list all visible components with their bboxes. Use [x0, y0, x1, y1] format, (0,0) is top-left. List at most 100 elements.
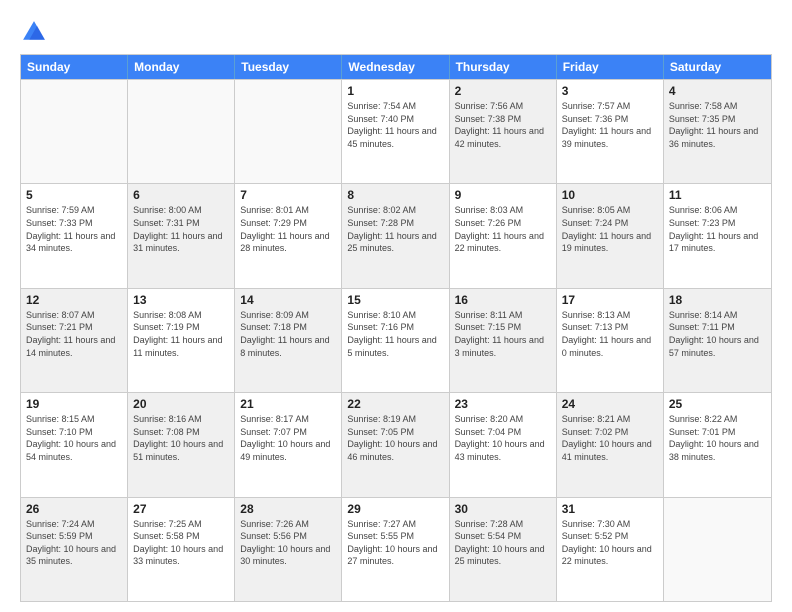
cell-info: Sunrise: 8:11 AM Sunset: 7:15 PM Dayligh…	[455, 309, 551, 359]
calendar: SundayMondayTuesdayWednesdayThursdayFrid…	[20, 54, 772, 602]
cell-info: Sunrise: 8:01 AM Sunset: 7:29 PM Dayligh…	[240, 204, 336, 254]
cell-info: Sunrise: 8:02 AM Sunset: 7:28 PM Dayligh…	[347, 204, 443, 254]
calendar-cell: 17 Sunrise: 8:13 AM Sunset: 7:13 PM Dayli…	[557, 289, 664, 392]
day-number: 16	[455, 293, 551, 307]
calendar-cell: 22 Sunrise: 8:19 AM Sunset: 7:05 PM Dayli…	[342, 393, 449, 496]
header	[20, 18, 772, 46]
cell-info: Sunrise: 7:26 AM Sunset: 5:56 PM Dayligh…	[240, 518, 336, 568]
calendar-cell: 19 Sunrise: 8:15 AM Sunset: 7:10 PM Dayli…	[21, 393, 128, 496]
day-number: 1	[347, 84, 443, 98]
cell-info: Sunrise: 8:22 AM Sunset: 7:01 PM Dayligh…	[669, 413, 766, 463]
day-number: 24	[562, 397, 658, 411]
calendar-cell: 26 Sunrise: 7:24 AM Sunset: 5:59 PM Dayli…	[21, 498, 128, 601]
calendar-cell: 9Sunrise: 8:03 AM Sunset: 7:26 PM Daylig…	[450, 184, 557, 287]
cell-info: Sunrise: 7:58 AM Sunset: 7:35 PM Dayligh…	[669, 100, 766, 150]
calendar-cell: 12 Sunrise: 8:07 AM Sunset: 7:21 PM Dayli…	[21, 289, 128, 392]
day-number: 26	[26, 502, 122, 516]
day-number: 2	[455, 84, 551, 98]
calendar-row-1: 5 Sunrise: 7:59 AM Sunset: 7:33 PM Daylig…	[21, 183, 771, 287]
cell-info: Sunrise: 7:57 AM Sunset: 7:36 PM Dayligh…	[562, 100, 658, 150]
calendar-cell: 21Sunrise: 8:17 AM Sunset: 7:07 PM Dayli…	[235, 393, 342, 496]
calendar-cell: 28 Sunrise: 7:26 AM Sunset: 5:56 PM Dayli…	[235, 498, 342, 601]
calendar-cell: 4Sunrise: 7:58 AM Sunset: 7:35 PM Daylig…	[664, 80, 771, 183]
cell-info: Sunrise: 8:13 AM Sunset: 7:13 PM Dayligh…	[562, 309, 658, 359]
cell-info: Sunrise: 7:24 AM Sunset: 5:59 PM Dayligh…	[26, 518, 122, 568]
cell-info: Sunrise: 8:08 AM Sunset: 7:19 PM Dayligh…	[133, 309, 229, 359]
logo	[20, 18, 52, 46]
calendar-cell: 20 Sunrise: 8:16 AM Sunset: 7:08 PM Dayli…	[128, 393, 235, 496]
weekday-header-monday: Monday	[128, 55, 235, 79]
day-number: 7	[240, 188, 336, 202]
calendar-cell	[128, 80, 235, 183]
day-number: 30	[455, 502, 551, 516]
day-number: 17	[562, 293, 658, 307]
day-number: 5	[26, 188, 122, 202]
calendar-cell: 18 Sunrise: 8:14 AM Sunset: 7:11 PM Dayli…	[664, 289, 771, 392]
day-number: 28	[240, 502, 336, 516]
weekday-header-friday: Friday	[557, 55, 664, 79]
calendar-header-row: SundayMondayTuesdayWednesdayThursdayFrid…	[21, 55, 771, 79]
day-number: 22	[347, 397, 443, 411]
weekday-header-saturday: Saturday	[664, 55, 771, 79]
calendar-cell: 31 Sunrise: 7:30 AM Sunset: 5:52 PM Dayli…	[557, 498, 664, 601]
weekday-header-thursday: Thursday	[450, 55, 557, 79]
calendar-cell	[235, 80, 342, 183]
calendar-cell: 14Sunrise: 8:09 AM Sunset: 7:18 PM Dayli…	[235, 289, 342, 392]
calendar-cell: 3 Sunrise: 7:57 AM Sunset: 7:36 PM Daylig…	[557, 80, 664, 183]
day-number: 13	[133, 293, 229, 307]
weekday-header-wednesday: Wednesday	[342, 55, 449, 79]
day-number: 25	[669, 397, 766, 411]
calendar-body: 1 Sunrise: 7:54 AM Sunset: 7:40 PM Daylig…	[21, 79, 771, 601]
calendar-cell	[664, 498, 771, 601]
calendar-cell: 5 Sunrise: 7:59 AM Sunset: 7:33 PM Daylig…	[21, 184, 128, 287]
cell-info: Sunrise: 8:19 AM Sunset: 7:05 PM Dayligh…	[347, 413, 443, 463]
cell-info: Sunrise: 8:17 AM Sunset: 7:07 PM Dayligh…	[240, 413, 336, 463]
cell-info: Sunrise: 8:15 AM Sunset: 7:10 PM Dayligh…	[26, 413, 122, 463]
day-number: 15	[347, 293, 443, 307]
cell-info: Sunrise: 8:10 AM Sunset: 7:16 PM Dayligh…	[347, 309, 443, 359]
calendar-cell: 15 Sunrise: 8:10 AM Sunset: 7:16 PM Dayli…	[342, 289, 449, 392]
cell-info: Sunrise: 7:25 AM Sunset: 5:58 PM Dayligh…	[133, 518, 229, 568]
cell-info: Sunrise: 7:30 AM Sunset: 5:52 PM Dayligh…	[562, 518, 658, 568]
calendar-cell: 25 Sunrise: 8:22 AM Sunset: 7:01 PM Dayli…	[664, 393, 771, 496]
day-number: 9	[455, 188, 551, 202]
day-number: 3	[562, 84, 658, 98]
cell-info: Sunrise: 8:16 AM Sunset: 7:08 PM Dayligh…	[133, 413, 229, 463]
cell-info: Sunrise: 7:54 AM Sunset: 7:40 PM Dayligh…	[347, 100, 443, 150]
calendar-cell: 6Sunrise: 8:00 AM Sunset: 7:31 PM Daylig…	[128, 184, 235, 287]
calendar-cell: 7 Sunrise: 8:01 AM Sunset: 7:29 PM Daylig…	[235, 184, 342, 287]
page: SundayMondayTuesdayWednesdayThursdayFrid…	[0, 0, 792, 612]
day-number: 12	[26, 293, 122, 307]
day-number: 10	[562, 188, 658, 202]
cell-info: Sunrise: 7:56 AM Sunset: 7:38 PM Dayligh…	[455, 100, 551, 150]
calendar-cell: 2 Sunrise: 7:56 AM Sunset: 7:38 PM Daylig…	[450, 80, 557, 183]
day-number: 27	[133, 502, 229, 516]
day-number: 20	[133, 397, 229, 411]
calendar-cell: 29Sunrise: 7:27 AM Sunset: 5:55 PM Dayli…	[342, 498, 449, 601]
cell-info: Sunrise: 8:21 AM Sunset: 7:02 PM Dayligh…	[562, 413, 658, 463]
logo-icon	[20, 18, 48, 46]
calendar-cell: 23Sunrise: 8:20 AM Sunset: 7:04 PM Dayli…	[450, 393, 557, 496]
cell-info: Sunrise: 8:05 AM Sunset: 7:24 PM Dayligh…	[562, 204, 658, 254]
cell-info: Sunrise: 7:59 AM Sunset: 7:33 PM Dayligh…	[26, 204, 122, 254]
calendar-row-0: 1 Sunrise: 7:54 AM Sunset: 7:40 PM Daylig…	[21, 79, 771, 183]
day-number: 18	[669, 293, 766, 307]
calendar-row-2: 12 Sunrise: 8:07 AM Sunset: 7:21 PM Dayli…	[21, 288, 771, 392]
day-number: 14	[240, 293, 336, 307]
day-number: 31	[562, 502, 658, 516]
cell-info: Sunrise: 8:07 AM Sunset: 7:21 PM Dayligh…	[26, 309, 122, 359]
cell-info: Sunrise: 8:06 AM Sunset: 7:23 PM Dayligh…	[669, 204, 766, 254]
day-number: 29	[347, 502, 443, 516]
calendar-cell: 24 Sunrise: 8:21 AM Sunset: 7:02 PM Dayli…	[557, 393, 664, 496]
cell-info: Sunrise: 8:14 AM Sunset: 7:11 PM Dayligh…	[669, 309, 766, 359]
calendar-cell	[21, 80, 128, 183]
calendar-cell: 16 Sunrise: 8:11 AM Sunset: 7:15 PM Dayli…	[450, 289, 557, 392]
calendar-cell: 10 Sunrise: 8:05 AM Sunset: 7:24 PM Dayli…	[557, 184, 664, 287]
calendar-cell: 8 Sunrise: 8:02 AM Sunset: 7:28 PM Daylig…	[342, 184, 449, 287]
calendar-cell: 1 Sunrise: 7:54 AM Sunset: 7:40 PM Daylig…	[342, 80, 449, 183]
cell-info: Sunrise: 8:00 AM Sunset: 7:31 PM Dayligh…	[133, 204, 229, 254]
day-number: 19	[26, 397, 122, 411]
weekday-header-sunday: Sunday	[21, 55, 128, 79]
calendar-row-3: 19 Sunrise: 8:15 AM Sunset: 7:10 PM Dayli…	[21, 392, 771, 496]
day-number: 8	[347, 188, 443, 202]
